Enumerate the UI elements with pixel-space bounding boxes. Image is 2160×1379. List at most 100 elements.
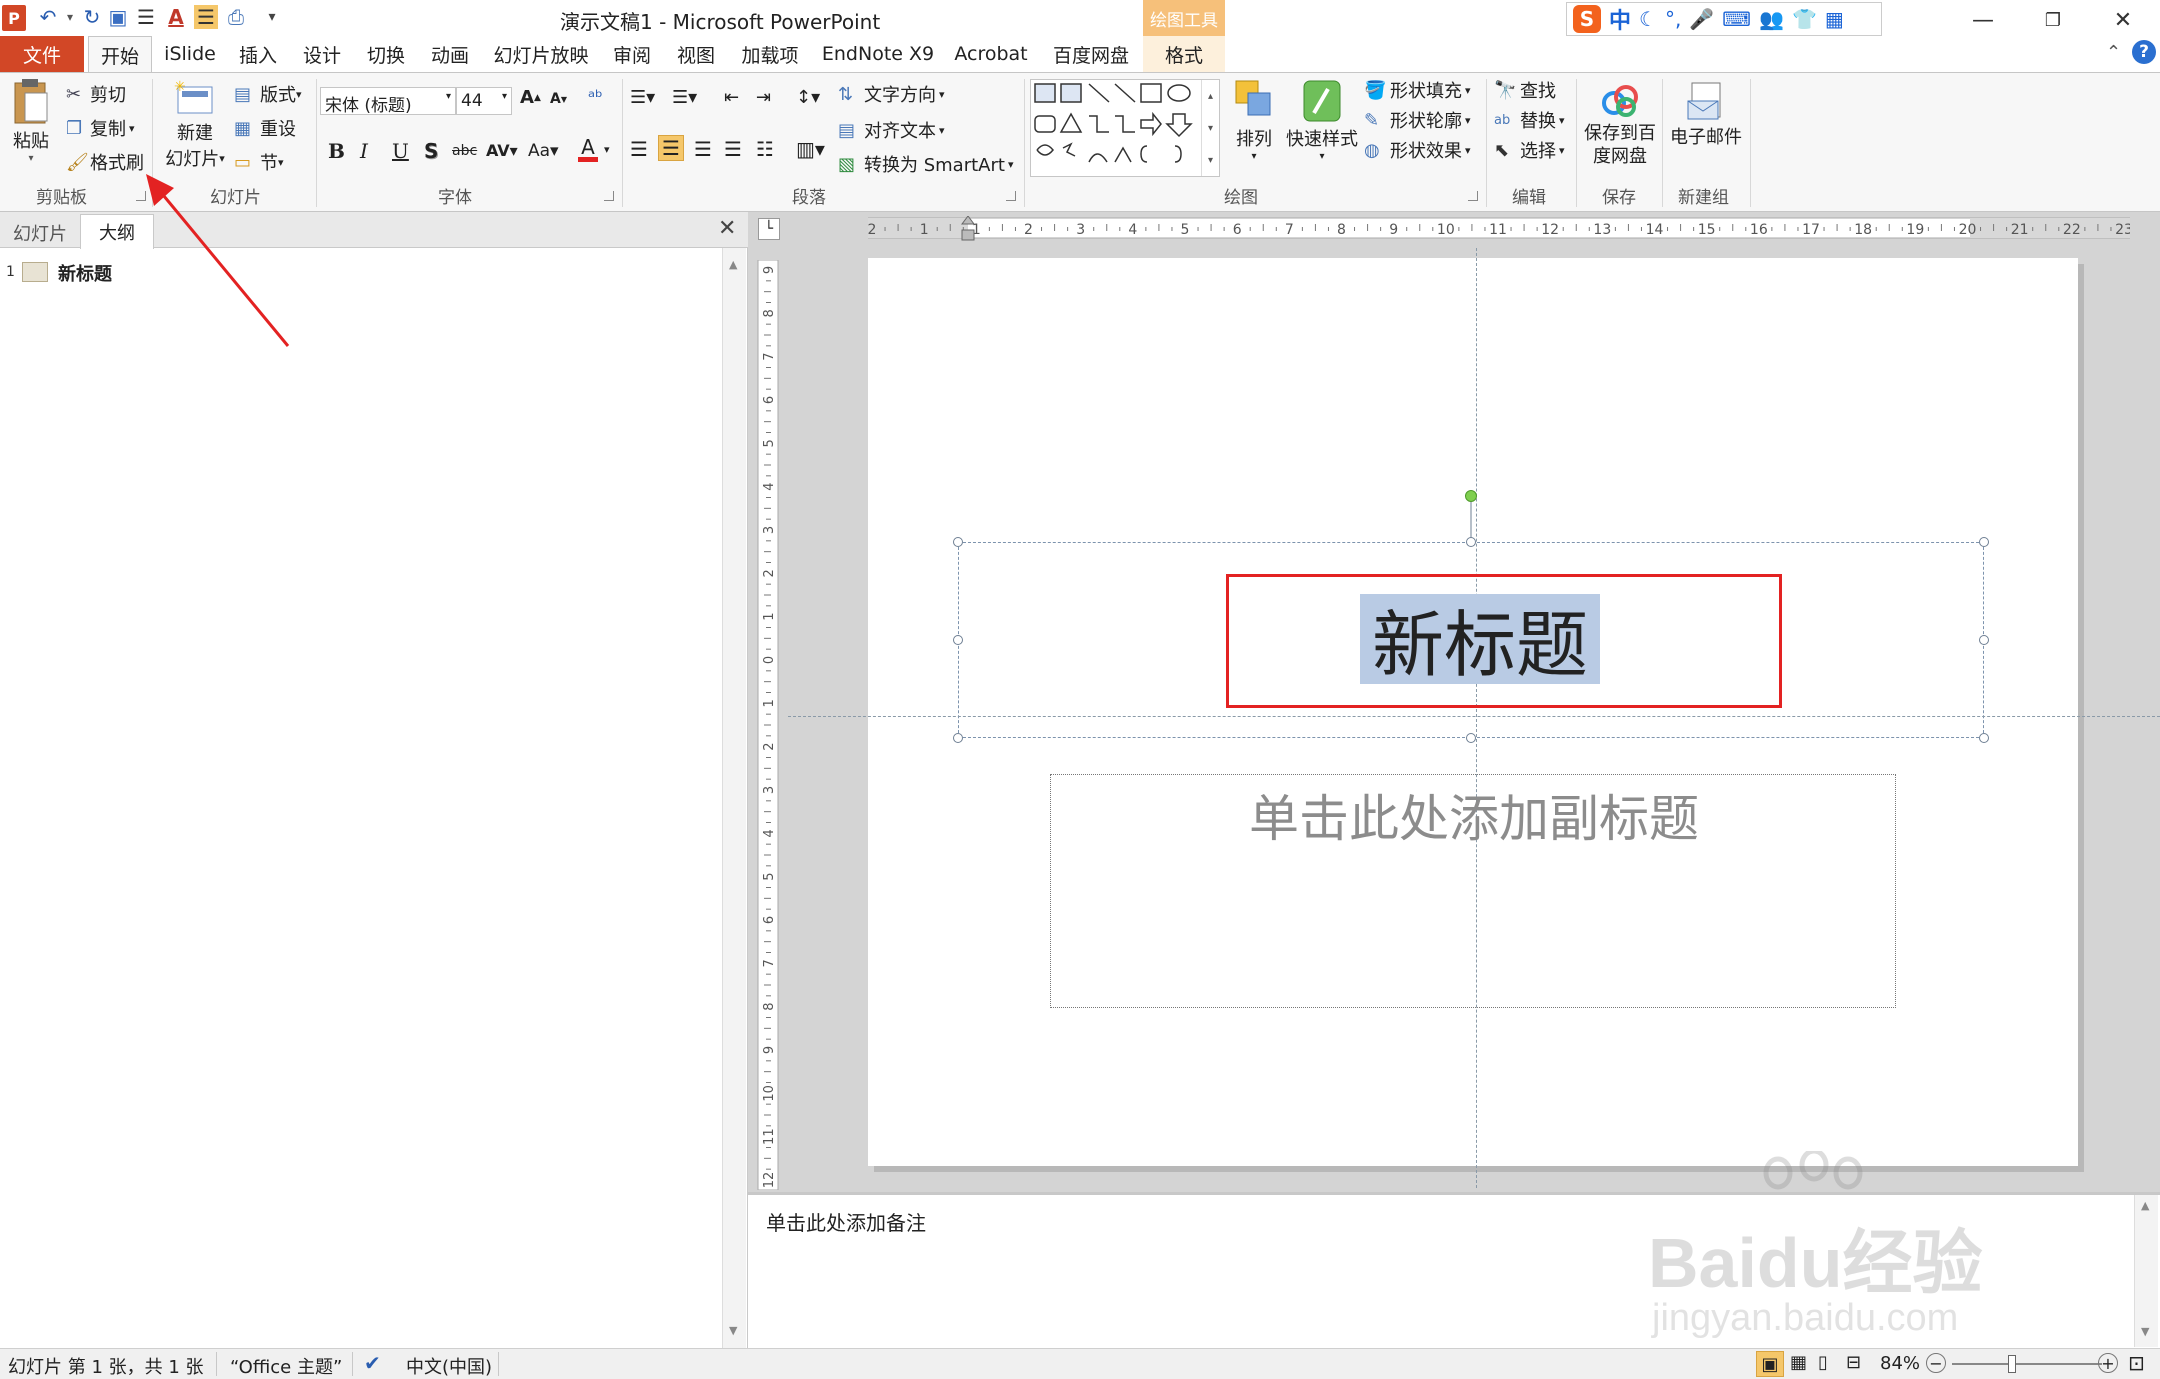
redo-icon[interactable]: ↻ bbox=[80, 5, 104, 29]
font-size-select[interactable]: 44 ▾ bbox=[456, 87, 512, 115]
gallery-scroll[interactable]: ▴ ▾ ▾ bbox=[1201, 80, 1219, 176]
tab-format[interactable]: 格式 bbox=[1143, 36, 1225, 72]
copy-dropdown-icon[interactable]: ▾ bbox=[129, 122, 135, 135]
language-status[interactable]: 中文(中国) bbox=[406, 1353, 492, 1379]
layout-dropdown-icon[interactable]: ▾ bbox=[296, 88, 302, 101]
justify-icon[interactable]: ☰ bbox=[724, 137, 742, 161]
shapes-gallery[interactable]: ▴ ▾ ▾ bbox=[1030, 79, 1220, 177]
grid-menu-icon[interactable]: ▦ bbox=[1825, 7, 1844, 31]
user-icon[interactable]: 👥 bbox=[1759, 7, 1784, 31]
subtitle-placeholder[interactable]: 单击此处添加副标题 bbox=[1050, 774, 1896, 1008]
center-align-qat-icon[interactable]: ☰ bbox=[194, 5, 218, 29]
theme-status[interactable]: “Office 主题” bbox=[230, 1353, 342, 1379]
tab-slides-pane[interactable]: 幻灯片 bbox=[4, 218, 76, 248]
grow-font-icon[interactable]: A ▲ bbox=[520, 87, 541, 108]
zoom-level[interactable]: 84% bbox=[1880, 1353, 1920, 1374]
tab-animations[interactable]: 动画 bbox=[418, 36, 482, 72]
zoom-slider[interactable] bbox=[1952, 1363, 2102, 1365]
clear-format-icon[interactable]: ᵃᵇ bbox=[588, 87, 603, 108]
notes-scrollbar[interactable]: ▲ ▼ bbox=[2134, 1195, 2158, 1347]
slideshow-start-icon[interactable]: ▣ bbox=[106, 5, 130, 29]
keyboard-icon[interactable]: ⌨ bbox=[1722, 7, 1751, 31]
increase-indent-icon[interactable]: ⇥ bbox=[756, 87, 771, 108]
zoom-out-icon[interactable]: − bbox=[1926, 1353, 1946, 1373]
fit-to-window-icon[interactable]: ⊡ bbox=[2128, 1351, 2145, 1375]
zoom-in-icon[interactable]: + bbox=[2098, 1353, 2118, 1373]
tab-addins[interactable]: 加载项 bbox=[732, 36, 808, 72]
vertical-ruler[interactable]: 9876543210123456789101112 bbox=[756, 260, 782, 1190]
shape-outline-button[interactable]: ✎ 形状轮廓 ▾ bbox=[1364, 107, 1471, 133]
horizontal-ruler[interactable]: 2 1 1 2 3 4 5 6 7 8 9 10 11 12 13 14 15 16 17 18 19 20 21 22 23 bbox=[868, 216, 2130, 242]
shape-effects-button[interactable]: ◍ 形状效果 ▾ bbox=[1364, 137, 1471, 163]
tab-review[interactable]: 审阅 bbox=[600, 36, 664, 72]
decrease-indent-icon[interactable]: ⇤ bbox=[724, 87, 739, 108]
tab-baidu-netdisk[interactable]: 百度网盘 bbox=[1044, 36, 1138, 72]
tab-islide[interactable]: iSlide bbox=[158, 36, 222, 72]
tab-slideshow[interactable]: 幻灯片放映 bbox=[488, 36, 594, 72]
bold-icon[interactable]: B bbox=[328, 139, 345, 163]
quick-styles-button[interactable]: 快速样式 ▾ bbox=[1284, 77, 1360, 162]
collapse-ribbon-icon[interactable]: ⌃ bbox=[2106, 42, 2121, 63]
slide-thumb-icon[interactable] bbox=[22, 262, 48, 282]
email-button[interactable]: 电子邮件 bbox=[1668, 79, 1744, 149]
horizontal-guide[interactable] bbox=[788, 716, 2160, 717]
slideshow-view-icon[interactable]: ⊟ bbox=[1846, 1352, 1861, 1373]
notes-pane[interactable]: 单击此处添加备注 ▲ ▼ Baidu经验 jingyan.baidu.com bbox=[748, 1151, 2160, 1348]
minimize-button[interactable]: — bbox=[1952, 0, 2014, 40]
align-left-qat-icon[interactable]: ☰ bbox=[134, 5, 158, 29]
columns-icon[interactable]: ▥▾ bbox=[796, 137, 825, 161]
tab-view[interactable]: 视图 bbox=[664, 36, 728, 72]
font-name-select[interactable]: 宋体 (标题) ▾ bbox=[320, 87, 456, 116]
paste-button[interactable]: 粘贴 ▾ bbox=[6, 77, 56, 164]
cut-button[interactable]: ✂ 剪切 bbox=[66, 81, 126, 107]
drawing-launcher-icon[interactable] bbox=[1468, 191, 1478, 201]
undo-icon[interactable]: ↶ bbox=[36, 5, 60, 29]
tab-endnote[interactable]: EndNote X9 bbox=[816, 36, 940, 72]
new-slide-dropdown-icon[interactable]: ▾ bbox=[219, 152, 225, 165]
scroll-down-icon[interactable]: ▼ bbox=[2141, 1325, 2149, 1338]
print-preview-icon[interactable]: ⎙ bbox=[224, 5, 248, 29]
align-left-icon[interactable]: ☰ bbox=[630, 137, 648, 161]
scroll-up-icon[interactable]: ▲ bbox=[2141, 1199, 2149, 1212]
select-button[interactable]: ⬉ 选择 ▾ bbox=[1494, 137, 1565, 163]
align-text-button[interactable]: ▤ 对齐文本 ▾ bbox=[838, 117, 945, 143]
zoom-slider-thumb[interactable] bbox=[2008, 1355, 2016, 1373]
arrange-button[interactable]: 排列 ▾ bbox=[1228, 77, 1280, 162]
align-right-icon[interactable]: ☰ bbox=[694, 137, 712, 161]
font-launcher-icon[interactable] bbox=[604, 191, 614, 201]
tab-home[interactable]: 开始 bbox=[88, 36, 152, 73]
tab-insert[interactable]: 插入 bbox=[226, 36, 290, 72]
help-icon[interactable]: ? bbox=[2132, 40, 2156, 64]
font-color-icon[interactable]: A bbox=[578, 137, 598, 162]
close-pane-icon[interactable]: ✕ bbox=[718, 216, 736, 241]
normal-view-icon[interactable]: ▣ bbox=[1756, 1351, 1784, 1377]
paste-dropdown-icon[interactable]: ▾ bbox=[28, 153, 33, 164]
find-button[interactable]: 🔭 查找 bbox=[1494, 77, 1556, 103]
ime-mode[interactable]: 中 bbox=[1609, 3, 1631, 35]
reading-view-icon[interactable]: ▯ bbox=[1818, 1352, 1828, 1373]
underline-icon[interactable]: U bbox=[392, 139, 409, 163]
section-dropdown-icon[interactable]: ▾ bbox=[278, 156, 284, 169]
outline-slide-title[interactable]: 新标题 bbox=[58, 260, 112, 286]
copy-button[interactable]: ❐ 复制 ▾ bbox=[66, 115, 135, 141]
tab-acrobat[interactable]: Acrobat bbox=[946, 36, 1036, 72]
tab-file[interactable]: 文件 bbox=[0, 36, 84, 72]
change-case-icon[interactable]: Aa▾ bbox=[528, 141, 559, 161]
tab-stop-selector[interactable]: └ bbox=[758, 218, 780, 240]
shadow-icon[interactable]: S bbox=[424, 139, 438, 163]
slide-canvas[interactable]: 新标题 单击此处添加副标题 bbox=[868, 248, 2078, 1188]
reset-button[interactable]: ▦ 重设 bbox=[234, 115, 296, 141]
font-color-dropdown-icon[interactable]: ▾ bbox=[604, 143, 610, 156]
bullets-icon[interactable]: ☰▾ bbox=[630, 87, 655, 108]
slide-sorter-icon[interactable]: ▦ bbox=[1790, 1352, 1807, 1373]
spellcheck-icon[interactable]: ✔ bbox=[364, 1351, 381, 1375]
customize-qat-icon[interactable]: ▾ bbox=[260, 5, 284, 29]
moon-icon[interactable]: ☾ bbox=[1639, 7, 1657, 31]
sogou-logo-icon[interactable]: S bbox=[1573, 5, 1601, 33]
scroll-up-icon[interactable]: ▲ bbox=[729, 258, 737, 271]
font-color-qat-icon[interactable]: A bbox=[164, 5, 188, 29]
paragraph-launcher-icon[interactable] bbox=[1006, 191, 1016, 201]
scroll-down-icon[interactable]: ▼ bbox=[729, 1324, 737, 1337]
shrink-font-icon[interactable]: A ▼ bbox=[550, 91, 567, 107]
tab-design[interactable]: 设计 bbox=[290, 36, 354, 72]
